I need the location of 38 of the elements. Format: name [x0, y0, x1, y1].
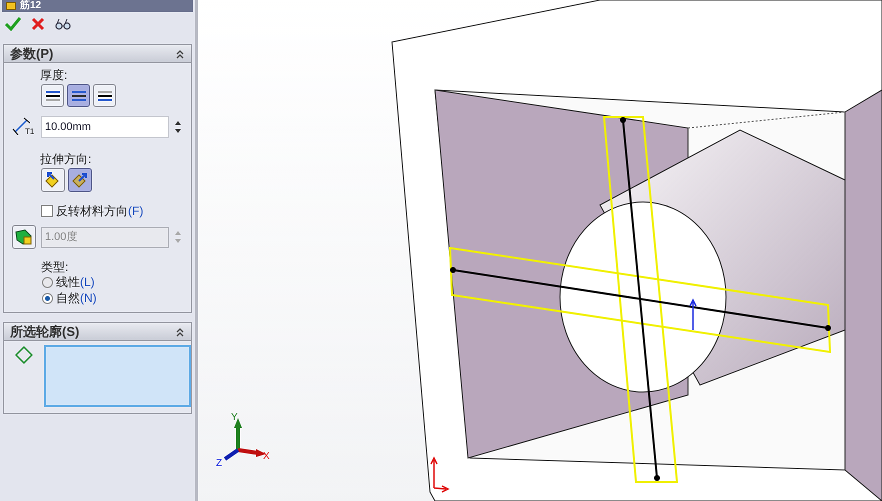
section-title: 所选轮廓(S) — [10, 322, 80, 341]
thickness-option[interactable] — [93, 84, 116, 107]
part-model-drawing[interactable] — [391, 0, 882, 501]
rib-icon — [6, 2, 16, 10]
type-radio[interactable] — [42, 276, 53, 288]
type-label: 类型: — [40, 259, 70, 274]
glasses-icon[interactable] — [55, 17, 71, 31]
thickness-label: 厚度: — [39, 67, 68, 82]
profile-icon — [14, 345, 34, 365]
flip-checkbox[interactable] — [41, 205, 53, 217]
section-title: 参数(P) — [10, 44, 54, 63]
line-thickness-icon — [44, 88, 60, 102]
direction-option[interactable] — [41, 168, 65, 192]
confirm-icon[interactable] — [5, 17, 21, 31]
line-thickness-icon — [96, 88, 112, 102]
flip-label: 反转材料方向(F) — [56, 203, 144, 220]
panel-title: 筋12 — [20, 1, 42, 11]
collapse-icon[interactable] — [175, 48, 185, 58]
x-axis-label: X — [263, 451, 270, 462]
type-option-label: 自然(N) — [56, 290, 97, 307]
cancel-icon[interactable] — [31, 17, 45, 31]
direction-icon — [71, 171, 89, 189]
collapse-icon[interactable] — [175, 326, 185, 336]
line-thickness-icon — [70, 88, 86, 102]
type-radio[interactable] — [42, 292, 53, 304]
thickness-option[interactable] — [67, 84, 90, 107]
thickness-option[interactable] — [41, 84, 64, 107]
dimension-label: T1 — [25, 128, 34, 136]
draft-icon — [15, 228, 33, 246]
direction-option[interactable] — [68, 168, 92, 192]
type-option-label: 线性(L) — [56, 274, 95, 291]
z-axis-label: Z — [216, 458, 222, 469]
direction-label: 拉伸方向: — [39, 151, 92, 166]
section-header[interactable]: 所选轮廓(S) — [4, 323, 191, 341]
thickness-field[interactable]: 10.00mm — [41, 116, 169, 138]
draft-button[interactable] — [12, 225, 36, 249]
y-axis-label: Y — [231, 412, 238, 423]
section-header[interactable]: 参数(P) — [4, 45, 191, 63]
